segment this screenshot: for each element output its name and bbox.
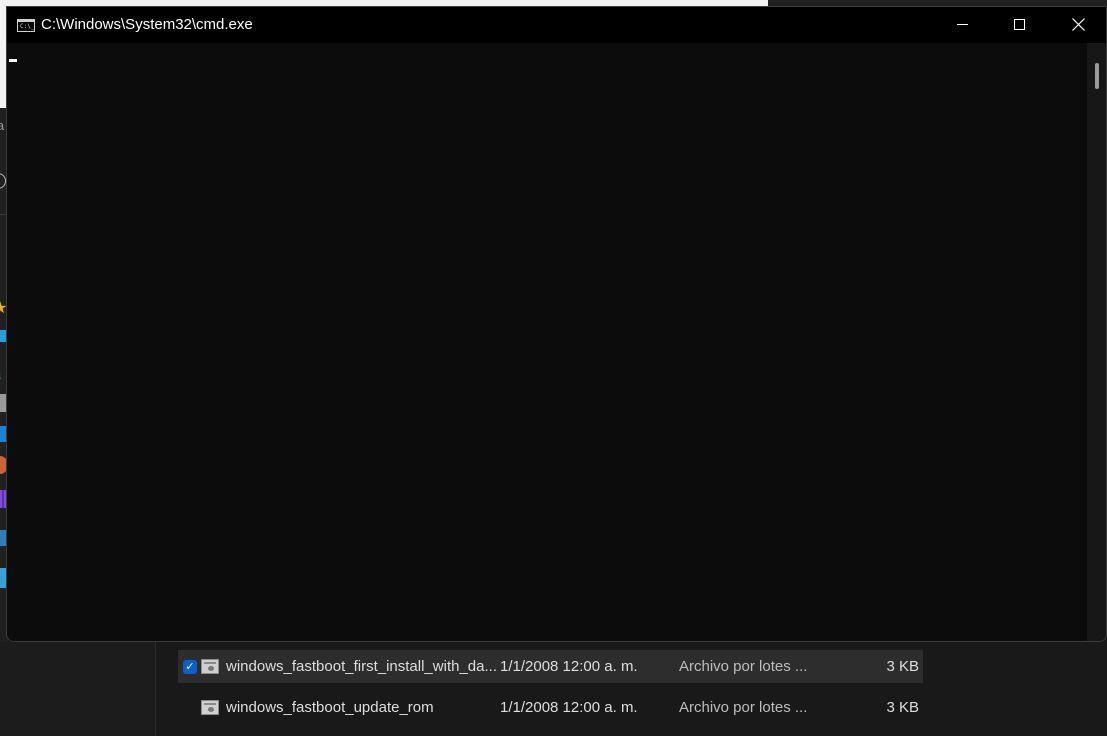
file-row[interactable]: windows_fastboot_update_rom 1/1/2008 12:…: [178, 691, 923, 724]
vertical-scrollbar[interactable]: [1087, 43, 1106, 641]
minimize-icon: [957, 24, 968, 25]
batch-file-icon: [201, 659, 219, 674]
close-icon: [1072, 18, 1085, 31]
file-row[interactable]: ✓ windows_fastboot_first_install_with_da…: [178, 650, 923, 683]
maximize-icon: [1014, 19, 1025, 30]
console-output[interactable]: [7, 43, 1087, 641]
file-size: 3 KB: [886, 658, 919, 675]
window-title: C:\Windows\System32\cmd.exe: [41, 16, 253, 33]
cmd-window[interactable]: C:\_ C:\Windows\System32\cmd.exe: [6, 6, 1107, 642]
close-button[interactable]: [1049, 7, 1106, 43]
explorer-nav-pane: [0, 642, 156, 736]
checkbox-checked-icon[interactable]: ✓: [183, 659, 197, 674]
maximize-button[interactable]: [991, 7, 1049, 43]
batch-file-icon: [201, 700, 219, 715]
title-bar[interactable]: C:\_ C:\Windows\System32\cmd.exe: [7, 7, 1106, 43]
file-size: 3 KB: [886, 699, 919, 716]
command-prompt-icon[interactable]: C:\_: [17, 19, 35, 32]
file-name: windows_fastboot_update_rom: [226, 699, 434, 716]
scrollbar-thumb[interactable]: [1095, 63, 1099, 89]
file-date: 1/1/2008 12:00 a. m.: [500, 699, 638, 716]
file-type: Archivo por lotes ...: [679, 699, 808, 716]
file-name: windows_fastboot_first_install_with_da..…: [226, 658, 497, 675]
minimize-button[interactable]: [933, 7, 991, 43]
text-cursor: [9, 59, 17, 62]
file-type: Archivo por lotes ...: [679, 658, 808, 675]
file-date: 1/1/2008 12:00 a. m.: [500, 658, 638, 675]
